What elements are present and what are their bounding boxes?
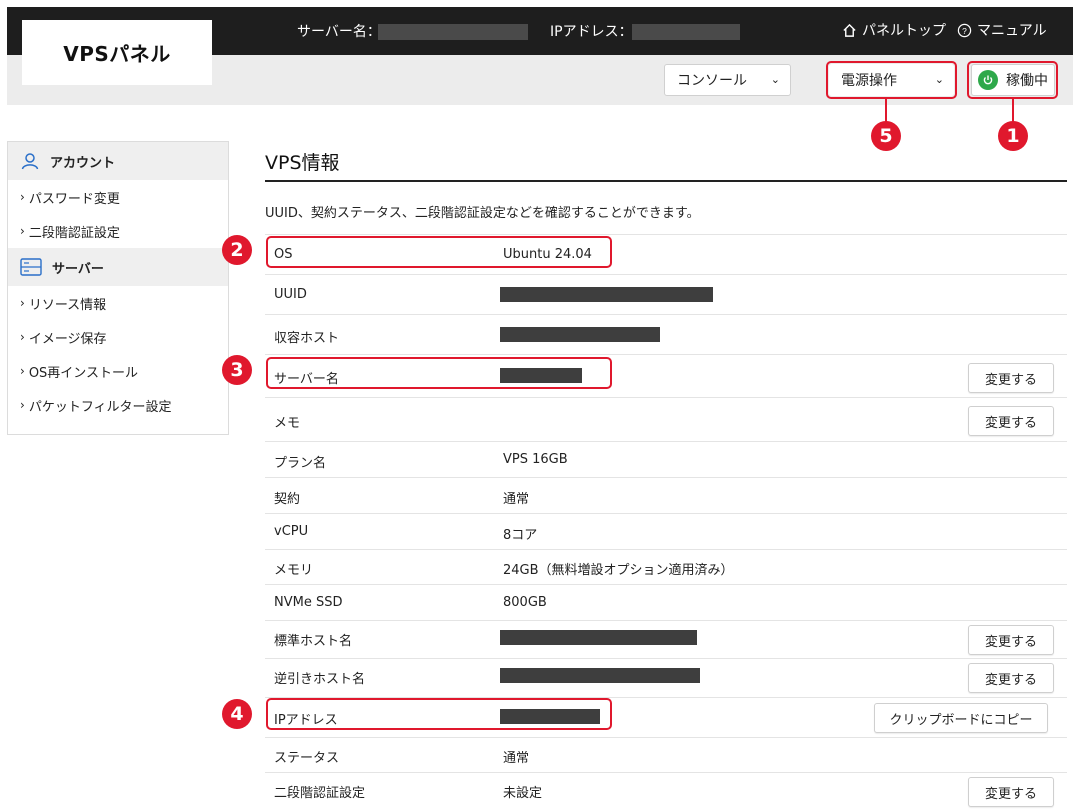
page-title: VPS情報 — [265, 152, 340, 174]
info-row: 逆引きホスト名 変更する — [265, 658, 1067, 697]
chevron-right-icon: › — [20, 330, 25, 344]
change-memo-button[interactable]: 変更する — [968, 406, 1054, 436]
sidebar-header-server: サーバー — [8, 248, 228, 286]
info-row: ステータス 通常 — [265, 737, 1067, 772]
help-icon: ? — [957, 23, 972, 37]
chevron-right-icon: › — [20, 398, 25, 412]
marker-connector — [885, 99, 887, 123]
sidebar-item-os-reinstall[interactable]: › OS再インストール — [8, 354, 228, 388]
row-label: 契約 — [274, 492, 301, 507]
sidebar-item-label: イメージ保存 — [28, 331, 107, 347]
sidebar-item-resources[interactable]: › リソース情報 — [8, 286, 228, 320]
chevron-right-icon: › — [20, 190, 25, 204]
server-name-label: サーバー名： — [297, 24, 381, 40]
home-icon — [843, 23, 856, 37]
sidebar-header-label: アカウント — [50, 155, 116, 171]
row-value: 通常 — [503, 751, 530, 766]
marker-connector — [1012, 99, 1014, 123]
title-divider — [265, 180, 1067, 182]
row-value: 通常 — [503, 492, 530, 507]
sidebar-header-account: アカウント — [8, 142, 228, 180]
sidebar: アカウント › パスワード変更 › 二段階認証設定 サーバー › リソース情報 › イメ… — [7, 141, 229, 435]
logo-text: VPSパネル — [63, 42, 171, 66]
panel-top-label: パネルトップ — [862, 23, 946, 39]
panel-top-link[interactable]: パネルトップ — [842, 20, 946, 40]
row-label: NVMe SSD — [274, 595, 343, 610]
manual-link[interactable]: ? マニュアル — [957, 20, 1047, 40]
change-hostname-button[interactable]: 変更する — [968, 625, 1054, 655]
info-row: メモ 変更する — [265, 397, 1067, 441]
row-label: メモ — [274, 416, 301, 431]
chevron-right-icon: › — [20, 364, 25, 378]
info-row: メモリ 24GB（無料増設オプション適用済み） — [265, 549, 1067, 584]
sidebar-item-label: リソース情報 — [28, 297, 107, 313]
os-row-highlight — [266, 236, 612, 268]
sidebar-item-packet-filter[interactable]: › パケットフィルター設定 — [8, 388, 228, 422]
row-label: プラン名 — [274, 456, 327, 471]
manual-label: マニュアル — [977, 23, 1047, 39]
server-name-redacted — [378, 24, 528, 40]
sidebar-item-2fa[interactable]: › 二段階認証設定 — [8, 214, 228, 248]
sidebar-item-label: パスワード変更 — [28, 191, 120, 207]
info-row: UUID — [265, 274, 1067, 314]
row-label: 標準ホスト名 — [274, 634, 353, 649]
power-select-highlight — [826, 61, 957, 99]
marker-3: 3 — [222, 355, 252, 385]
sidebar-item-image-save[interactable]: › イメージ保存 — [8, 320, 228, 354]
copy-to-clipboard-button[interactable]: クリップボードにコピー — [874, 703, 1048, 733]
info-row: NVMe SSD 800GB — [265, 584, 1067, 620]
row-value: 未設定 — [503, 786, 543, 801]
change-2fa-button[interactable]: 変更する — [968, 777, 1054, 807]
chevron-right-icon: › — [20, 224, 25, 238]
marker-1: 1 — [998, 121, 1028, 151]
status-highlight — [967, 61, 1058, 99]
ip-address-redacted — [632, 24, 740, 40]
svg-text:?: ? — [962, 25, 967, 35]
info-row: 契約 通常 — [265, 477, 1067, 513]
row-label: 収容ホスト — [274, 331, 340, 346]
sidebar-item-label: OS再インストール — [28, 365, 139, 381]
ip-address-label: IPアドレス： — [550, 24, 633, 40]
page-description: UUID、契約ステータス、二段階認証設定などを確認することができます。 — [265, 206, 700, 221]
vps-panel-page: VPSパネル サーバー名： IPアドレス： パネルトップ ? マニュアル コンソ… — [0, 0, 1080, 810]
chevron-right-icon: › — [20, 296, 25, 310]
row-value: 8コア — [503, 528, 538, 543]
logo[interactable]: VPSパネル — [22, 20, 212, 85]
user-icon — [21, 153, 39, 170]
row-value: 800GB — [503, 595, 547, 610]
reverse-hostname-redacted — [500, 668, 700, 683]
row-label: 逆引きホスト名 — [274, 672, 366, 687]
row-label: 二段階認証設定 — [274, 786, 366, 801]
sidebar-item-label: パケットフィルター設定 — [28, 399, 172, 415]
info-row: 二段階認証設定 未設定 変更する — [265, 772, 1067, 810]
host-redacted — [500, 327, 660, 342]
marker-2: 2 — [222, 235, 252, 265]
row-value: VPS 16GB — [503, 452, 568, 467]
console-select-label: コンソール — [677, 73, 747, 89]
sidebar-header-label: サーバー — [52, 261, 104, 277]
server-icon — [20, 258, 42, 276]
sidebar-item-label: 二段階認証設定 — [28, 225, 120, 241]
standard-hostname-redacted — [500, 630, 697, 645]
uuid-redacted — [500, 287, 713, 302]
chevron-down-icon: ⌄ — [770, 72, 780, 86]
info-row: 収容ホスト — [265, 314, 1067, 354]
ip-row-highlight — [266, 698, 612, 730]
sidebar-item-password[interactable]: › パスワード変更 — [8, 180, 228, 214]
info-row: 標準ホスト名 変更する — [265, 620, 1067, 658]
change-reverse-hostname-button[interactable]: 変更する — [968, 663, 1054, 693]
info-row: プラン名 VPS 16GB — [265, 441, 1067, 477]
row-label: メモリ — [274, 563, 314, 578]
row-label: vCPU — [274, 524, 309, 539]
row-value: 24GB（無料増設オプション適用済み） — [503, 563, 734, 578]
console-select[interactable]: コンソール ⌄ — [664, 64, 791, 96]
server-name-row-highlight — [266, 357, 612, 389]
info-row: vCPU 8コア — [265, 513, 1067, 549]
marker-4: 4 — [222, 699, 252, 729]
row-label: UUID — [274, 287, 307, 302]
change-server-name-button[interactable]: 変更する — [968, 363, 1054, 393]
row-label: ステータス — [274, 751, 340, 766]
marker-5: 5 — [871, 121, 901, 151]
